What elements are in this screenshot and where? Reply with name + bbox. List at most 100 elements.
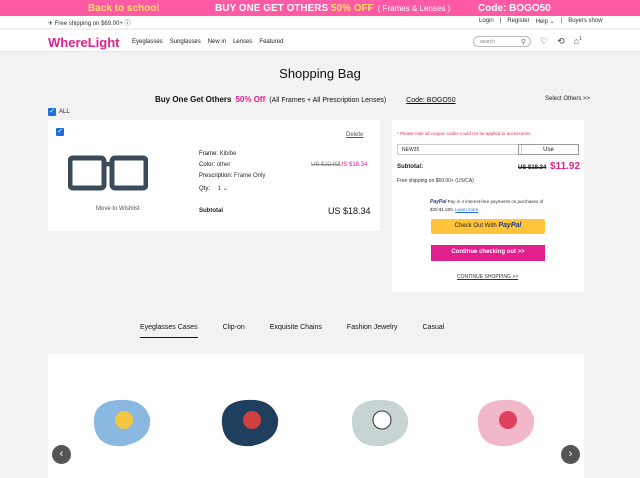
promo-center: BUY ONE GET OTHERS 50% OFF( Frames & Len…	[215, 3, 450, 14]
page-title: Shopping Bag	[279, 66, 361, 81]
offer-pct: 50% Off	[235, 95, 266, 104]
offer-main: Buy One Get Others	[155, 95, 232, 104]
help-link[interactable]: Help ⌄	[536, 18, 555, 25]
tab-eyeglasses-cases[interactable]: Eyeglasses Cases	[140, 324, 198, 338]
promo-left: Back to school	[88, 3, 160, 14]
offer-code[interactable]: Code: BOGO50	[406, 97, 455, 104]
main-nav: Eyeglasses Sunglasses New in Lenses Feat…	[132, 39, 283, 45]
qty-select[interactable]: 1 ⌄	[218, 186, 228, 192]
tab-fashion-jewelry[interactable]: Fashion Jewelry	[347, 324, 398, 338]
select-all-checkbox[interactable]: ✓	[48, 108, 56, 116]
nav-sunglasses[interactable]: Sunglasses	[170, 39, 201, 45]
promo-highlight: 50% OFF	[330, 3, 374, 14]
offer-line: Buy One Get Others 50% Off (All Frames +…	[155, 95, 456, 104]
carousel-next-button[interactable]: ›	[561, 445, 580, 464]
paypal-info: PayPal Pay in 4 interest-free payments o…	[430, 198, 550, 213]
register-link[interactable]: Register	[507, 18, 529, 25]
qty-value: 1	[217, 186, 222, 192]
top-bar: ✈ Free shipping on $69.00+ ⓘ Login | Reg…	[0, 16, 640, 29]
category-tabs: Eyeglasses Cases Clip-on Exquisite Chain…	[140, 324, 469, 338]
chevron-left-icon: ‹	[59, 448, 64, 460]
heart-icon[interactable]: ♡	[540, 36, 548, 47]
coupon-note: * Please note all coupon codes could not…	[397, 131, 532, 136]
frame-label: Frame:	[199, 151, 219, 157]
free-shipping: Free shipping on $69.00+ (US/CA)	[397, 178, 474, 184]
offer-desc: (All Frames + All Prescription Lenses)	[269, 97, 387, 104]
order-summary: * Please note all coupon codes could not…	[392, 120, 584, 292]
qty-row: Qty: 1 ⌄	[199, 185, 228, 192]
info-icon[interactable]: ⓘ	[125, 21, 131, 27]
login-link[interactable]: Login	[479, 18, 494, 25]
nav-featured[interactable]: Featured	[259, 39, 283, 45]
continue-shopping-link[interactable]: CONTINUE SHOPPING >>	[457, 274, 518, 280]
search-input[interactable]: search ⚲	[473, 36, 531, 47]
old-total: US $18.34	[518, 165, 547, 171]
new-price: US $18.34	[339, 162, 368, 168]
promo-banner[interactable]: Back to school BUY ONE GET OTHERS 50% OF…	[0, 0, 640, 16]
paypal-text: Pay in 4 interest-free payments on purch…	[430, 199, 544, 212]
paypal-btn-logo: PayPal	[498, 222, 522, 229]
promo-sub: ( Frames & Lenses )	[377, 4, 451, 13]
checkout-button[interactable]: Continue checking out >>	[431, 245, 545, 261]
tab-exquisite-chains[interactable]: Exquisite Chains	[270, 324, 322, 338]
color-label: Color:	[199, 162, 216, 168]
history-icon[interactable]: ⟲	[557, 36, 565, 47]
prescription-value: Frame Only	[234, 173, 266, 179]
old-price: US $22.92	[311, 162, 340, 168]
cart-item: ✓ Move to Wishlist Delete Frame: Kibibe …	[48, 120, 380, 231]
product-image[interactable]	[68, 148, 148, 202]
paypal-logo: PayPal	[430, 199, 447, 205]
frame-value: Kibibe	[219, 151, 237, 157]
select-others-link[interactable]: Select Others >>	[545, 96, 590, 102]
product-case-2[interactable]	[216, 384, 288, 456]
site-header: WhereLight Eyeglasses Sunglasses New in …	[0, 30, 640, 52]
tab-clip-on[interactable]: Clip-on	[223, 324, 245, 338]
item-checkbox[interactable]: ✓	[56, 128, 64, 136]
nav-new-in[interactable]: New in	[208, 39, 226, 45]
select-all[interactable]: ✓ ALL	[48, 108, 70, 116]
cart-icon[interactable]: ⌂1	[574, 36, 582, 47]
header-icons: ♡ ⟲ ⌂1	[540, 36, 582, 47]
search-icon[interactable]: ⚲	[521, 38, 526, 46]
link-separator: |	[560, 18, 563, 24]
frame-row: Frame: Kibibe	[199, 151, 236, 157]
delete-button[interactable]: Delete	[346, 132, 363, 138]
product-case-1[interactable]	[88, 384, 160, 456]
chevron-down-icon: ⌄	[222, 186, 228, 192]
carousel-prev-button[interactable]: ‹	[52, 445, 71, 464]
product-carousel	[48, 354, 584, 478]
item-subtotal: US $18.34	[328, 206, 371, 216]
shipping-info: ✈ Free shipping on $69.00+ ⓘ	[48, 18, 131, 27]
use-coupon-button[interactable]: Use	[518, 144, 579, 155]
search-placeholder: search	[480, 39, 496, 45]
item-subtotal-label: Subtotal	[199, 208, 223, 214]
paypal-btn-label: Check Out With	[454, 223, 497, 229]
subtotal-label: Subtotal:	[397, 164, 423, 170]
truck-icon: ✈	[48, 21, 54, 27]
new-total: $11.92	[550, 161, 581, 172]
color-row: Color: other	[199, 162, 230, 168]
account-links: Login | Register Help ⌄ | Buyers show	[479, 18, 603, 25]
logo[interactable]: WhereLight	[48, 35, 120, 50]
prescription-row: Prescription: Frame Only	[199, 173, 265, 179]
promo-code: Code: BOGO50	[478, 3, 551, 14]
product-case-3[interactable]	[346, 384, 418, 456]
paypal-checkout-button[interactable]: Check Out With PayPal	[431, 219, 545, 234]
promo-center-text: BUY ONE GET OTHERS	[215, 3, 329, 14]
qty-label: Qty:	[199, 186, 211, 192]
select-all-label: ALL	[59, 109, 70, 115]
buyers-show-link[interactable]: Buyers show	[568, 18, 602, 25]
product-case-4[interactable]	[472, 384, 544, 456]
link-separator: |	[499, 18, 502, 24]
nav-eyeglasses[interactable]: Eyeglasses	[132, 39, 163, 45]
shipping-text: Free shipping on $69.00+	[54, 21, 123, 27]
cart-count: 1	[579, 36, 582, 42]
nav-lenses[interactable]: Lenses	[233, 39, 252, 45]
prescription-label: Prescription:	[199, 173, 233, 179]
tab-casual[interactable]: Casual	[423, 324, 445, 338]
learn-more-link[interactable]: Learn more	[455, 207, 478, 212]
color-value: other	[216, 162, 231, 168]
move-to-wishlist[interactable]: Move to Wishlist	[96, 206, 140, 212]
chevron-right-icon: ›	[568, 448, 573, 460]
coupon-input[interactable]: NEW35	[397, 144, 522, 155]
